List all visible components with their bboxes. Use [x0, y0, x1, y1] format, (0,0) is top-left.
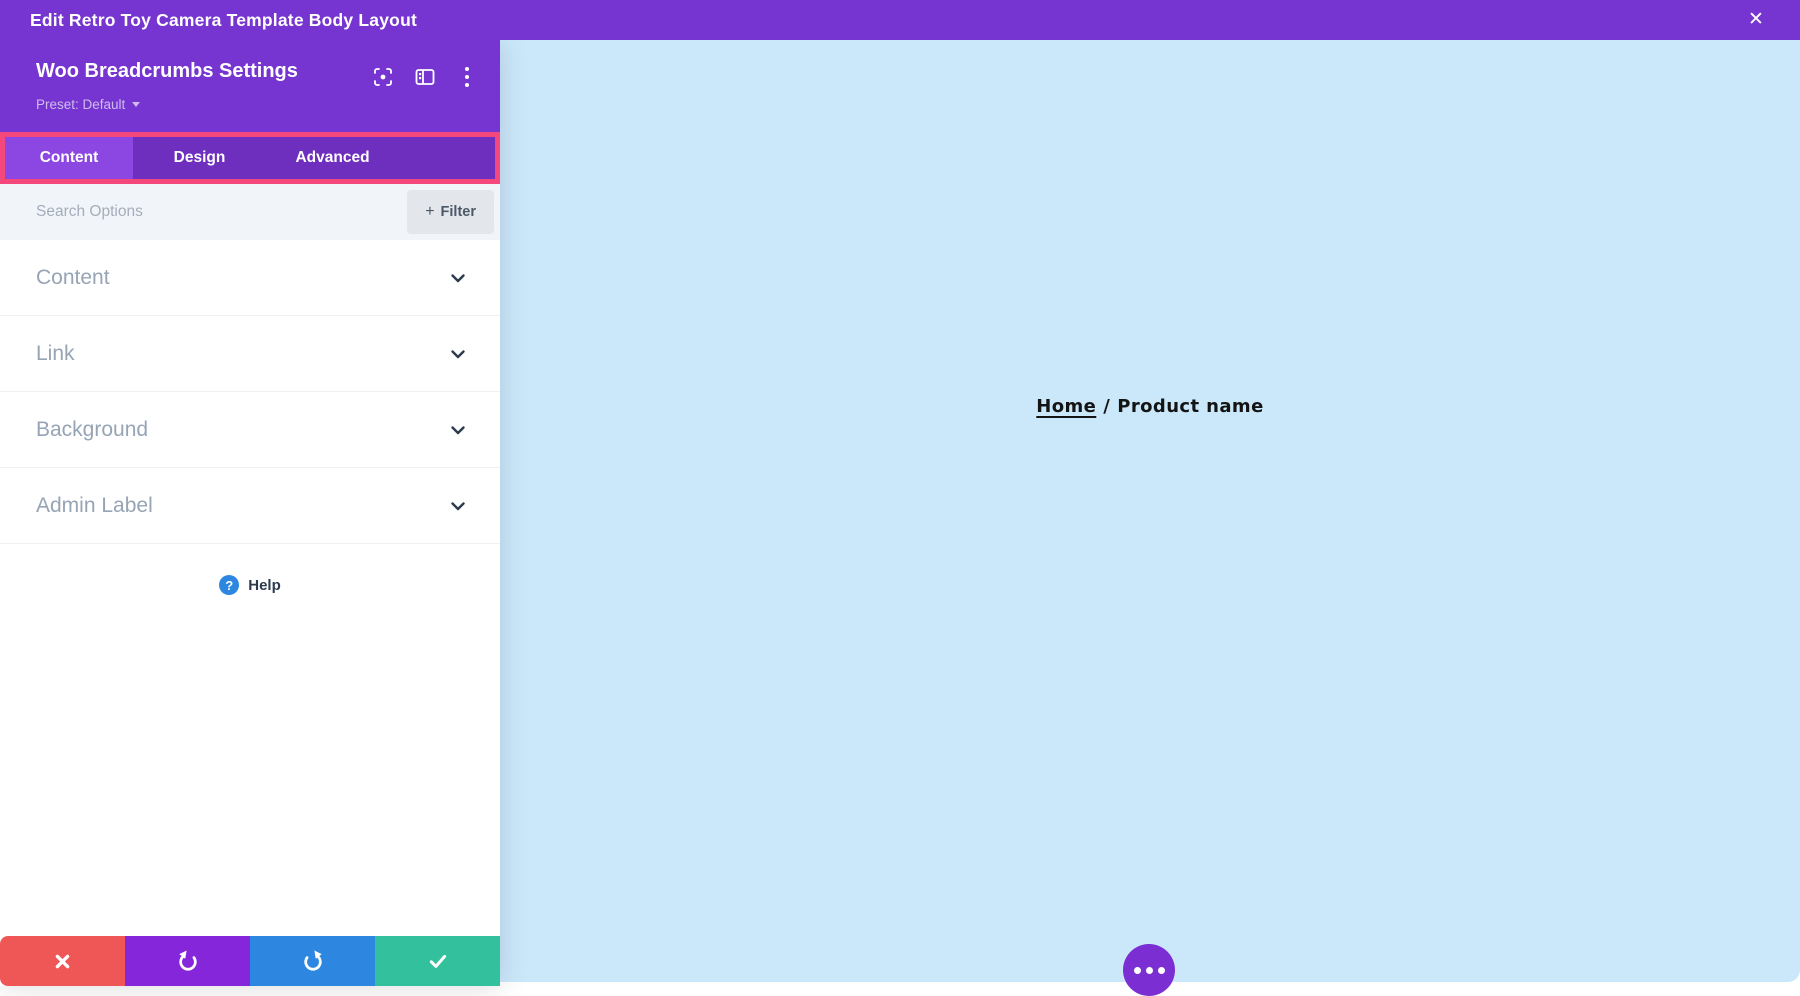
help-icon: ?: [219, 575, 239, 595]
ellipsis-icon: [1134, 967, 1165, 974]
breadcrumb-home-link[interactable]: Home: [1036, 396, 1096, 417]
accordion-section-background[interactable]: Background: [0, 392, 500, 468]
settings-panel: Woo Breadcrumbs Settings Preset: Default: [0, 40, 500, 986]
options-accordion: Content Link Background Admin Label: [0, 240, 500, 544]
chevron-down-icon: [450, 346, 466, 362]
undo-button[interactable]: [125, 936, 250, 986]
tab-advanced[interactable]: Advanced: [266, 137, 399, 179]
chevron-down-icon: [450, 270, 466, 286]
zoom-focus-icon[interactable]: [371, 65, 395, 89]
module-options-button[interactable]: [1123, 944, 1175, 996]
filter-button[interactable]: + Filter: [407, 190, 494, 234]
breadcrumb-current: Product name: [1117, 396, 1263, 417]
panel-title: Woo Breadcrumbs Settings: [36, 60, 298, 83]
filter-button-label: Filter: [441, 204, 476, 220]
accordion-section-link[interactable]: Link: [0, 316, 500, 392]
help-label: Help: [248, 577, 281, 594]
close-icon: [54, 953, 71, 970]
chevron-down-icon: [450, 498, 466, 514]
panel-header: Woo Breadcrumbs Settings Preset: Default: [0, 40, 500, 132]
preset-selector[interactable]: Preset: Default: [36, 97, 140, 112]
preset-caret-icon: [132, 102, 140, 107]
section-label: Admin Label: [36, 494, 153, 518]
redo-button[interactable]: [250, 936, 375, 986]
breadcrumb-separator: /: [1103, 396, 1110, 417]
section-label: Content: [36, 266, 110, 290]
check-icon: [428, 951, 448, 971]
help-link[interactable]: ? Help: [0, 575, 500, 595]
redo-icon: [302, 950, 324, 972]
accordion-section-admin-label[interactable]: Admin Label: [0, 468, 500, 544]
kebab-menu-icon[interactable]: [455, 65, 479, 89]
cancel-button[interactable]: [0, 936, 125, 986]
settings-tabs: Content Design Advanced: [0, 132, 500, 184]
save-button[interactable]: [375, 936, 500, 986]
breadcrumb: Home / Product name: [500, 396, 1800, 417]
tab-content[interactable]: Content: [5, 137, 133, 179]
section-label: Background: [36, 418, 148, 442]
panel-footer: [0, 936, 500, 986]
undo-icon: [177, 950, 199, 972]
search-input[interactable]: [0, 184, 380, 240]
plus-icon: +: [425, 203, 434, 220]
page-title: Edit Retro Toy Camera Template Body Layo…: [30, 0, 417, 40]
search-row: + Filter: [0, 184, 500, 240]
close-icon[interactable]: ✕: [1734, 0, 1778, 40]
top-bar: Edit Retro Toy Camera Template Body Layo…: [0, 0, 1800, 40]
accordion-section-content[interactable]: Content: [0, 240, 500, 316]
preset-label: Preset: Default: [36, 97, 125, 112]
chevron-down-icon: [450, 422, 466, 438]
tab-design[interactable]: Design: [133, 137, 266, 179]
section-label: Link: [36, 342, 75, 366]
split-view-icon[interactable]: [413, 65, 437, 89]
